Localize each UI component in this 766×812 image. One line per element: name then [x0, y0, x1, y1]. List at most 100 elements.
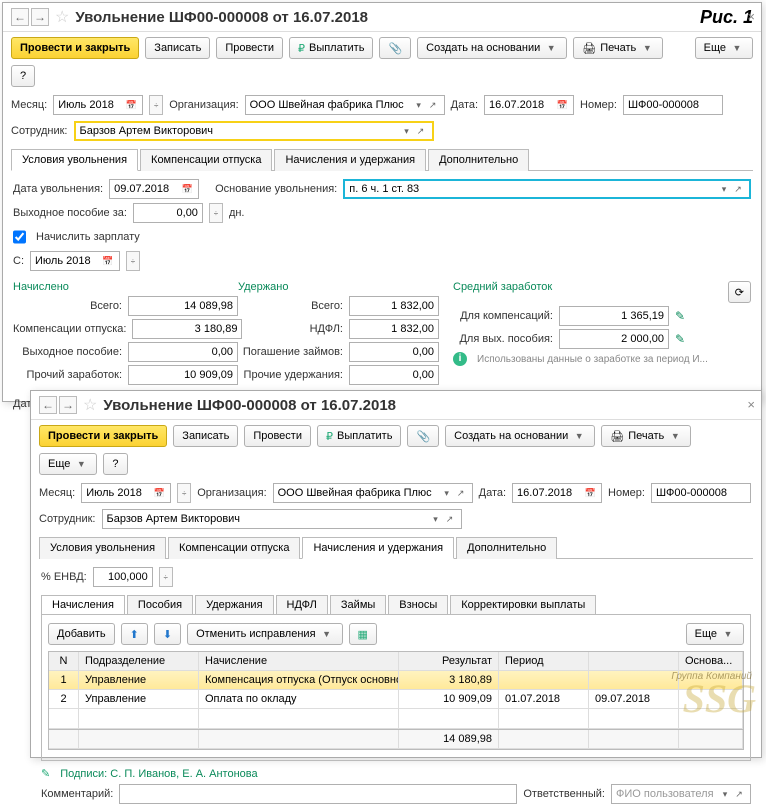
comment-label: Комментарий:: [41, 788, 113, 800]
tab-conditions[interactable]: Условия увольнения: [11, 149, 138, 171]
subtab-ndfl[interactable]: НДФЛ: [276, 595, 328, 614]
ded-total[interactable]: [349, 296, 439, 316]
attach-button[interactable]: 📎: [379, 37, 411, 59]
post-close-button[interactable]: Провести и закрыть: [11, 37, 139, 59]
emp-field[interactable]: Барзов Артем Викторович▾↗: [74, 121, 434, 141]
nav-fwd[interactable]: →: [59, 396, 77, 414]
num-field[interactable]: [651, 483, 751, 503]
month-field[interactable]: Июль 2018📅: [53, 95, 143, 115]
pay-button[interactable]: ₽Выплатить: [289, 37, 373, 59]
emp-field[interactable]: Барзов Артем Викторович▾↗: [102, 509, 462, 529]
figure-label: Рис. 1: [700, 7, 753, 28]
window-title: Увольнение ШФ00-000008 от 16.07.2018: [103, 397, 396, 414]
from-field[interactable]: Июль 2018📅: [30, 251, 120, 271]
favorite-icon[interactable]: ☆: [83, 395, 97, 415]
acc-sev[interactable]: [128, 342, 238, 362]
nav-back[interactable]: ←: [39, 396, 57, 414]
print-button[interactable]: 🖨 Печать ▼: [601, 425, 691, 447]
dismiss-date-field[interactable]: 09.07.2018📅: [109, 179, 199, 199]
subtab-benefits[interactable]: Пособия: [127, 595, 193, 614]
tab-compensations[interactable]: Компенсации отпуска: [140, 149, 272, 171]
accrue-salary-label: Начислить зарплату: [36, 231, 140, 243]
save-button[interactable]: Записать: [145, 37, 210, 59]
print-button[interactable]: 🖨 Печать ▼: [573, 37, 663, 59]
more-button[interactable]: Еще ▼: [695, 37, 753, 59]
table-row[interactable]: 2 Управление Оплата по окладу 10 909,09 …: [49, 690, 743, 709]
dismiss-date-label: Дата увольнения:: [13, 183, 103, 195]
accrue-salary-checkbox[interactable]: [13, 227, 26, 247]
avg-comp[interactable]: [559, 306, 669, 326]
subtab-corrections[interactable]: Корректировки выплаты: [450, 595, 596, 614]
month-label: Месяц:: [11, 99, 47, 111]
ded-ndfl[interactable]: [349, 319, 439, 339]
nav-back[interactable]: ←: [11, 8, 29, 26]
pay-button[interactable]: ₽Выплатить: [317, 425, 401, 447]
table-row[interactable]: [49, 709, 743, 729]
month-spinner[interactable]: ÷: [149, 95, 163, 115]
date-field[interactable]: 16.07.2018📅: [484, 95, 574, 115]
signers-link[interactable]: Подписи: С. П. Иванов, Е. А. Антонова: [60, 768, 257, 780]
subtab-deductions[interactable]: Удержания: [195, 595, 273, 614]
severance-field[interactable]: [133, 203, 203, 223]
info-icon: i: [453, 352, 467, 366]
comment-field[interactable]: [119, 784, 517, 804]
severance-label: Выходное пособие за:: [13, 207, 127, 219]
subtab-contrib[interactable]: Взносы: [388, 595, 448, 614]
close-icon[interactable]: ×: [747, 397, 755, 412]
subtab-accruals[interactable]: Начисления: [41, 595, 125, 614]
post-button[interactable]: Провести: [216, 37, 283, 59]
resp-label: Ответственный:: [523, 788, 605, 800]
table-btn[interactable]: ▦: [349, 623, 377, 645]
more-button[interactable]: Еще ▼: [39, 453, 97, 475]
refresh-button[interactable]: ⟳: [728, 281, 751, 303]
from-spinner[interactable]: ÷: [126, 251, 140, 271]
num-field[interactable]: [623, 95, 723, 115]
num-label: Номер:: [580, 99, 617, 111]
resp-field[interactable]: ФИО пользователя▾↗: [611, 784, 751, 804]
date-label: Дата:: [451, 99, 478, 111]
org-field[interactable]: ООО Швейная фабрика Плюс▾↗: [273, 483, 473, 503]
help-button[interactable]: ?: [103, 453, 127, 475]
month-field[interactable]: Июль 2018📅: [81, 483, 171, 503]
date-field[interactable]: 16.07.2018📅: [512, 483, 602, 503]
tab-compensations[interactable]: Компенсации отпуска: [168, 537, 300, 559]
subtab-loans[interactable]: Займы: [330, 595, 386, 614]
sev-spinner[interactable]: ÷: [209, 203, 223, 223]
edit-icon[interactable]: ✎: [675, 332, 685, 346]
table-row[interactable]: 1 Управление Компенсация отпуска (Отпуск…: [49, 671, 743, 690]
ded-loan[interactable]: [349, 342, 439, 362]
from-label: С:: [13, 255, 24, 267]
move-up-button[interactable]: ⬆: [121, 623, 148, 645]
attach-button[interactable]: 📎: [407, 425, 439, 447]
acc-comp[interactable]: [132, 319, 242, 339]
post-button[interactable]: Провести: [244, 425, 311, 447]
nav-fwd[interactable]: →: [31, 8, 49, 26]
help-button[interactable]: ?: [11, 65, 35, 87]
table-more-button[interactable]: Еще ▼: [686, 623, 744, 645]
org-field[interactable]: ООО Швейная фабрика Плюс▾↗: [245, 95, 445, 115]
move-down-button[interactable]: ⬇: [154, 623, 181, 645]
create-base-button[interactable]: Создать на основании ▼: [417, 37, 567, 59]
close-icon[interactable]: ×: [747, 9, 755, 24]
section-accrued: Начислено: [13, 281, 238, 293]
favorite-icon[interactable]: ☆: [55, 7, 69, 27]
org-label: Организация:: [169, 99, 238, 111]
tab-additional[interactable]: Дополнительно: [456, 537, 557, 559]
add-button[interactable]: Добавить: [48, 623, 115, 645]
tab-accruals[interactable]: Начисления и удержания: [274, 149, 426, 171]
avg-sev[interactable]: [559, 329, 669, 349]
tab-conditions[interactable]: Условия увольнения: [39, 537, 166, 559]
tab-additional[interactable]: Дополнительно: [428, 149, 529, 171]
acc-other[interactable]: [128, 365, 238, 385]
reason-field[interactable]: п. 6 ч. 1 ст. 83▾↗: [343, 179, 751, 199]
edit-icon[interactable]: ✎: [675, 309, 685, 323]
cancel-fix-button[interactable]: Отменить исправления ▼: [187, 623, 342, 645]
post-close-button[interactable]: Провести и закрыть: [39, 425, 167, 447]
acc-total[interactable]: [128, 296, 238, 316]
tab-accruals[interactable]: Начисления и удержания: [302, 537, 454, 559]
ded-other[interactable]: [349, 365, 439, 385]
save-button[interactable]: Записать: [173, 425, 238, 447]
create-base-button[interactable]: Создать на основании ▼: [445, 425, 595, 447]
envd-field[interactable]: [93, 567, 153, 587]
window-title: Увольнение ШФ00-000008 от 16.07.2018: [75, 9, 368, 26]
